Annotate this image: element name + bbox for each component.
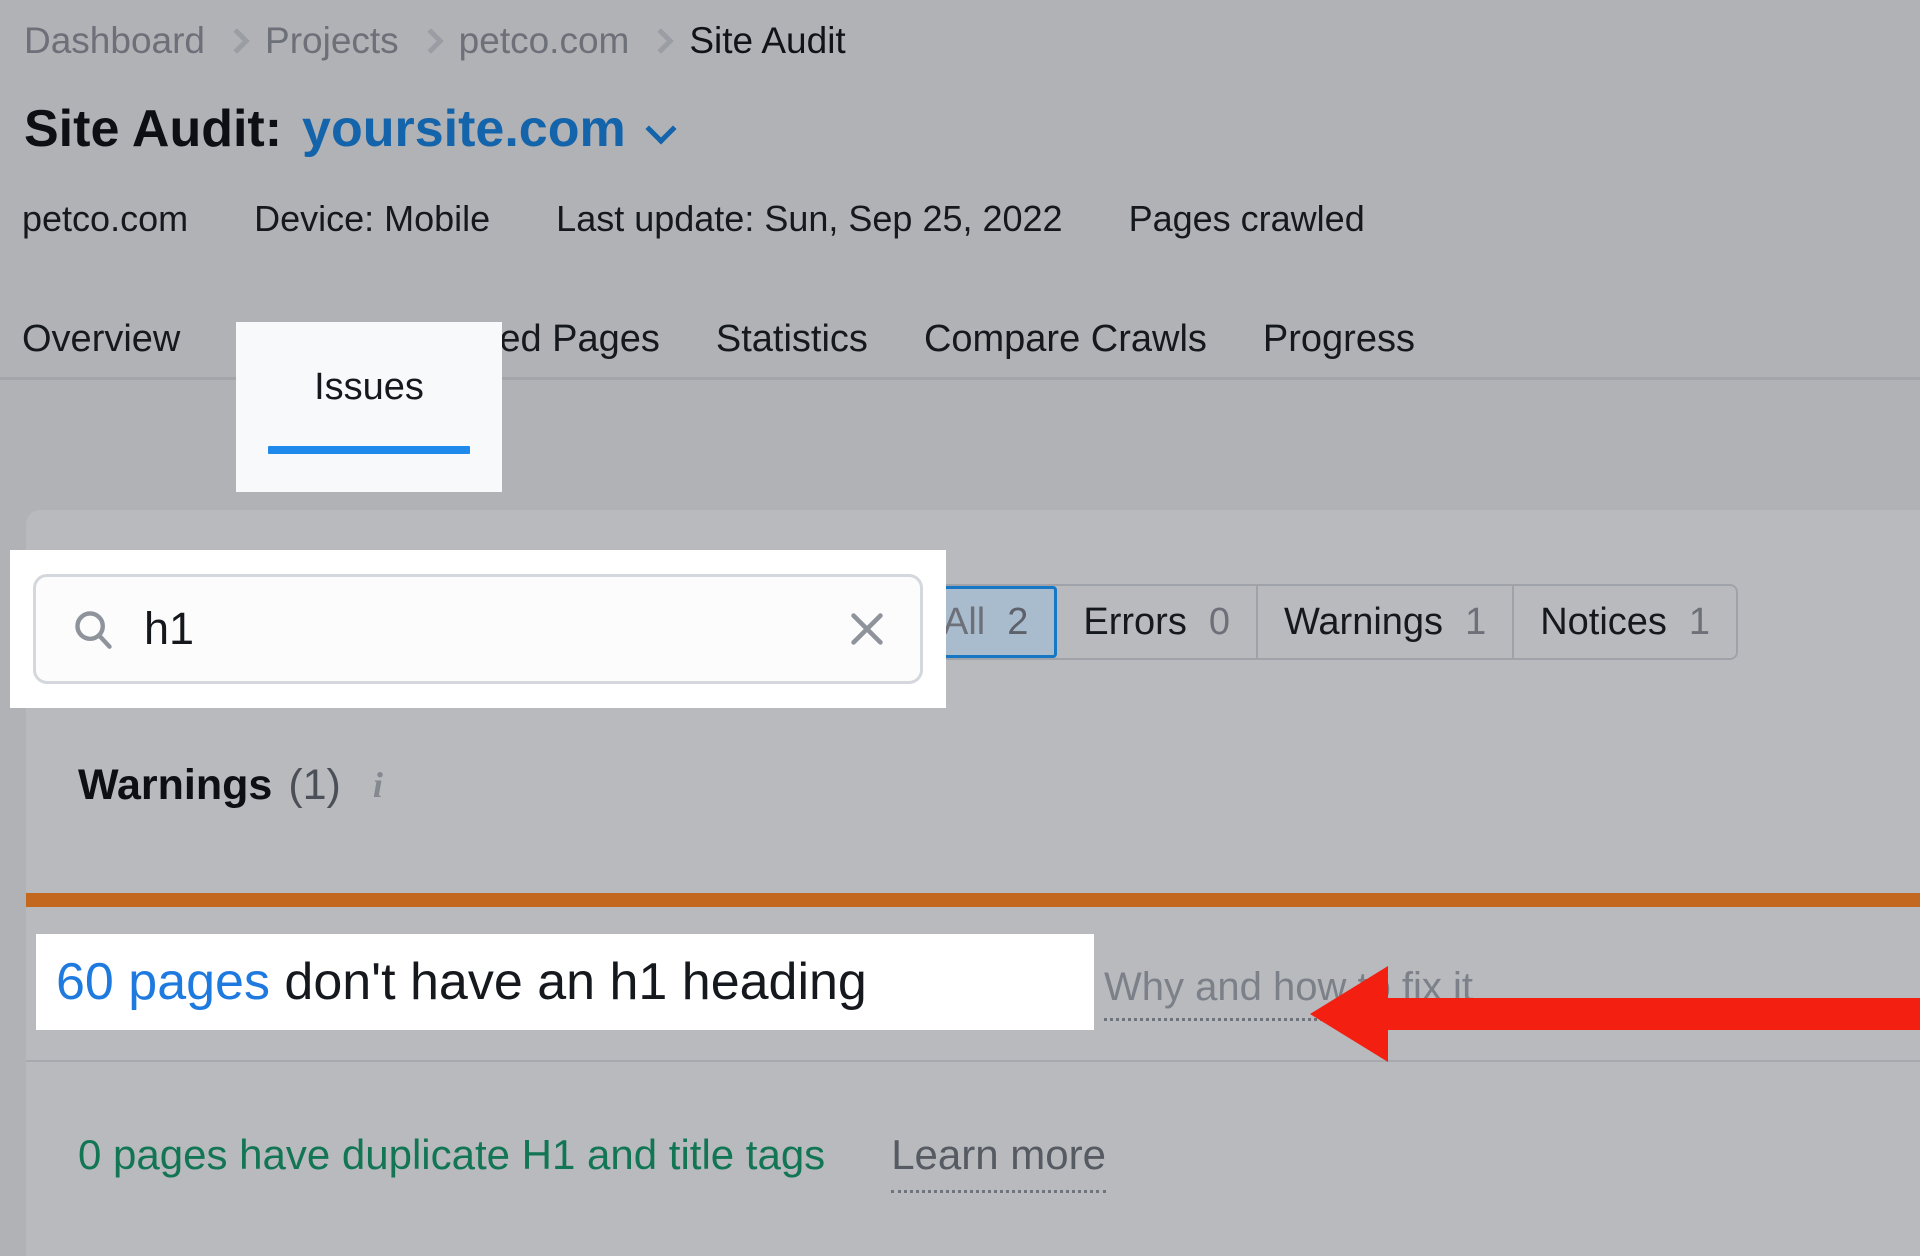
tab-active-indicator [268, 446, 470, 454]
warnings-section-header: Warnings (1) i [78, 758, 399, 812]
tab-compare-crawls[interactable]: Compare Crawls [896, 315, 1235, 363]
filter-warnings[interactable]: Warnings 1 [1258, 586, 1515, 658]
filter-notices-count: 1 [1688, 601, 1711, 643]
meta-pages-crawled: Pages crawled [1128, 198, 1365, 239]
project-domain-selector[interactable]: yoursite.com [302, 96, 626, 162]
filter-errors-count: 0 [1208, 601, 1230, 643]
filter-notices[interactable]: Notices 1 [1514, 586, 1736, 658]
search-input[interactable]: h1 [33, 574, 923, 684]
issue-row[interactable]: 60 pages don't have an h1 heading [56, 950, 867, 1014]
info-icon[interactable]: i [373, 767, 399, 803]
warnings-count: (1) [288, 761, 341, 809]
breadcrumb-item-site-audit: Site Audit [689, 20, 846, 61]
issue-pages-link[interactable]: 60 pages [56, 953, 270, 1011]
chevron-right-icon [651, 28, 667, 54]
tab-issues-label: Issues [314, 366, 424, 408]
filter-notices-label: Notices [1540, 601, 1667, 643]
tab-statistics[interactable]: Statistics [688, 315, 896, 363]
page-title: Site Audit: yoursite.com [24, 96, 676, 162]
breadcrumb-item-dashboard[interactable]: Dashboard [24, 18, 205, 64]
filter-errors[interactable]: Errors 0 [1057, 586, 1258, 658]
breadcrumb-item-petco[interactable]: petco.com [459, 18, 630, 64]
filter-warnings-label: Warnings [1283, 601, 1444, 643]
annotation-arrow-left-icon [1310, 962, 1920, 1071]
learn-more-link[interactable]: Learn more [891, 1128, 1106, 1193]
meta-domain: petco.com [22, 198, 189, 239]
search-highlight: h1 [10, 550, 946, 708]
issue-description: don't have an h1 heading [269, 953, 867, 1011]
meta-last-update: Last update: Sun, Sep 25, 2022 [556, 198, 1063, 239]
breadcrumb: Dashboard Projects petco.com Site Audit [24, 18, 846, 64]
tab-overview[interactable]: Overview [0, 315, 208, 363]
severity-bar-warning [26, 893, 1920, 907]
chevron-right-icon [421, 28, 437, 54]
notice-row[interactable]: 0 pages have duplicate H1 and title tags… [78, 1128, 1106, 1193]
chevron-right-icon [227, 28, 243, 54]
tab-issues-highlight[interactable]: Issues [236, 322, 502, 492]
filter-all-label: All [943, 601, 986, 643]
filter-errors-label: Errors [1083, 601, 1187, 643]
page-title-label: Site Audit: [24, 100, 283, 158]
site-audit-screen: Dashboard Projects petco.com Site Audit … [0, 0, 1920, 1256]
search-icon [70, 606, 116, 652]
breadcrumb-item-projects[interactable]: Projects [265, 18, 399, 64]
tab-progress[interactable]: Progress [1235, 315, 1443, 363]
warnings-title: Warnings [78, 761, 273, 809]
filter-all-count: 2 [1007, 601, 1029, 643]
chevron-down-icon[interactable] [646, 114, 676, 144]
issue-severity-filter: All 2 Errors 0 Warnings 1 Notices 1 [912, 584, 1739, 660]
close-icon[interactable] [844, 606, 890, 652]
search-input-value: h1 [144, 603, 195, 654]
notice-description: 0 pages have duplicate H1 and title tags [78, 1131, 826, 1178]
audit-meta-row: petco.com Device: Mobile Last update: Su… [22, 196, 1365, 242]
meta-device: Device: Mobile [254, 198, 491, 239]
filter-warnings-count: 1 [1465, 601, 1487, 643]
